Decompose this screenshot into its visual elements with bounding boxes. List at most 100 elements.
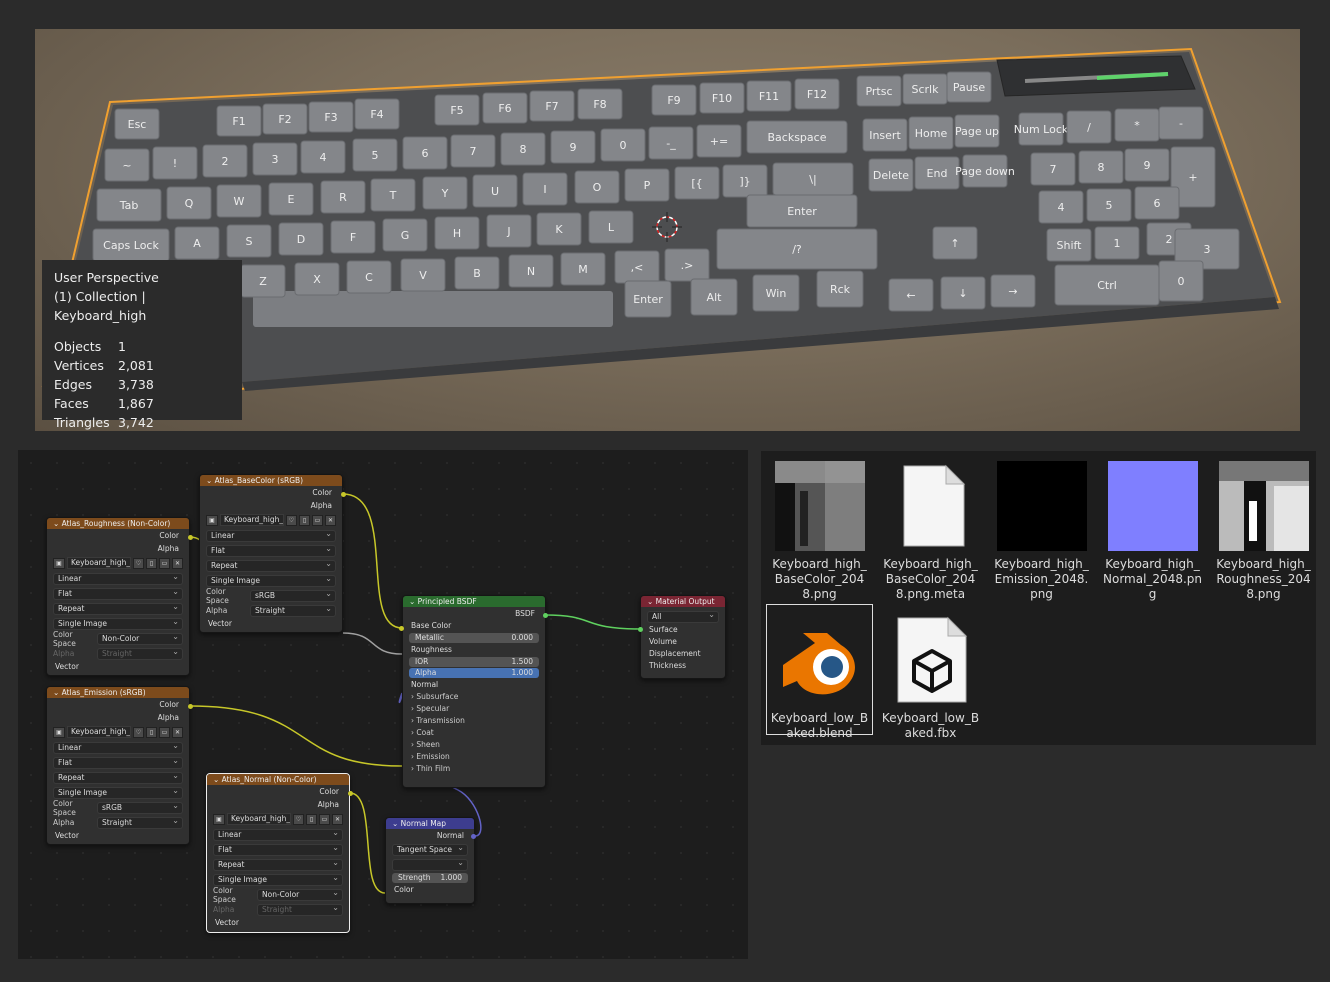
interpolation-dropdown[interactable]: Linear xyxy=(206,529,336,542)
input-volume[interactable]: Volume xyxy=(641,636,725,648)
extension-dropdown[interactable]: Repeat xyxy=(213,858,343,871)
file-browser[interactable]: Keyboard_high_BaseColor_2048.png Keyboar… xyxy=(761,451,1316,745)
output-alpha[interactable]: Alpha xyxy=(47,711,189,724)
image-icon[interactable]: ▣ xyxy=(213,813,225,825)
alpha-dropdown[interactable]: Straight xyxy=(250,604,336,617)
node-header[interactable]: ⌄ Atlas_Roughness (Non-Color) xyxy=(47,518,189,529)
projection-dropdown[interactable]: Flat xyxy=(206,544,336,557)
image-selector[interactable]: ▣ Keyboard_high_... ♡ ▯ ▭ ✕ xyxy=(47,724,189,740)
node-header[interactable]: ⌄ Atlas_BaseColor (sRGB) xyxy=(200,475,342,486)
fake-user-icon[interactable]: ♡ xyxy=(293,813,304,825)
file-item[interactable]: Keyboard_high_Emission_2048.png xyxy=(989,451,1094,602)
image-name[interactable]: Keyboard_high_... xyxy=(67,726,131,738)
fake-user-icon[interactable]: ♡ xyxy=(286,514,297,526)
target-dropdown[interactable]: All xyxy=(647,610,719,623)
color-space-dropdown[interactable]: Non-Color xyxy=(257,888,343,901)
node-roughness-texture[interactable]: ⌄ Atlas_Roughness (Non-Color) Color Alph… xyxy=(46,517,190,676)
duplicate-icon[interactable]: ▯ xyxy=(306,813,317,825)
file-item[interactable]: Keyboard_high_Normal_2048.png xyxy=(1100,451,1205,602)
image-icon[interactable]: ▣ xyxy=(53,726,65,738)
color-space-dropdown[interactable]: sRGB xyxy=(250,589,336,602)
panel-transmission[interactable]: › Transmission xyxy=(403,715,545,727)
source-dropdown[interactable]: Single Image xyxy=(206,574,336,587)
color-space-dropdown[interactable]: sRGB xyxy=(97,801,183,814)
file-item[interactable]: Keyboard_high_BaseColor_2048.png xyxy=(767,451,872,602)
node-header[interactable]: ⌄ Normal Map xyxy=(386,818,474,829)
interpolation-dropdown[interactable]: Linear xyxy=(213,828,343,841)
node-basecolor-texture[interactable]: ⌄ Atlas_BaseColor (sRGB) Color Alpha ▣ Ke… xyxy=(199,474,343,633)
file-item-selected[interactable]: Keyboard_low_Baked.blend xyxy=(766,604,873,740)
output-color[interactable]: Color xyxy=(200,486,342,499)
source-dropdown[interactable]: Single Image xyxy=(53,617,183,630)
color-space-dropdown[interactable]: Non-Color xyxy=(97,632,183,645)
fake-user-icon[interactable]: ♡ xyxy=(133,726,144,738)
folder-icon[interactable]: ▭ xyxy=(312,514,323,526)
file-item[interactable]: Keyboard_high_Roughness_2048.png xyxy=(1211,451,1316,602)
panel-sheen[interactable]: › Sheen xyxy=(403,739,545,751)
space-dropdown[interactable]: Tangent Space xyxy=(392,843,468,856)
interpolation-dropdown[interactable]: Linear xyxy=(53,741,183,754)
image-icon[interactable]: ▣ xyxy=(206,514,218,526)
output-color[interactable]: Color xyxy=(207,785,349,798)
projection-dropdown[interactable]: Flat xyxy=(53,587,183,600)
uv-map-field[interactable] xyxy=(392,858,468,871)
input-base-color[interactable]: Base Color xyxy=(403,620,545,632)
output-color[interactable]: Color xyxy=(47,698,189,711)
duplicate-icon[interactable]: ▯ xyxy=(146,557,157,569)
output-normal[interactable]: Normal xyxy=(386,829,474,842)
alpha-dropdown[interactable]: Straight xyxy=(97,816,183,829)
socket-color[interactable] xyxy=(188,704,193,709)
input-vector[interactable]: Vector xyxy=(207,917,349,929)
output-color[interactable]: Color xyxy=(47,529,189,542)
extension-dropdown[interactable]: Repeat xyxy=(53,602,183,615)
panel-subsurface[interactable]: › Subsurface xyxy=(403,691,545,703)
socket-bsdf[interactable] xyxy=(543,613,548,618)
input-thickness[interactable]: Thickness xyxy=(641,660,725,672)
input-surface[interactable]: Surface xyxy=(641,624,725,636)
input-vector[interactable]: Vector xyxy=(47,830,189,842)
socket-color[interactable] xyxy=(348,791,353,796)
node-header[interactable]: ⌄ Atlas_Normal (Non-Color) xyxy=(207,774,349,785)
folder-icon[interactable]: ▭ xyxy=(159,557,170,569)
node-header[interactable]: ⌄ Atlas_Emission (sRGB) xyxy=(47,687,189,698)
panel-coat[interactable]: › Coat xyxy=(403,727,545,739)
image-name[interactable]: Keyboard_high_... xyxy=(227,813,291,825)
file-item[interactable]: Keyboard_high_BaseColor_2048.png.meta xyxy=(878,451,983,602)
input-roughness[interactable]: Roughness xyxy=(403,644,545,656)
close-icon[interactable]: ✕ xyxy=(172,726,183,738)
duplicate-icon[interactable]: ▯ xyxy=(299,514,310,526)
file-item[interactable]: Keyboard_low_Baked.fbx xyxy=(878,605,983,741)
image-name[interactable]: Keyboard_high_... xyxy=(67,557,131,569)
node-normal-texture[interactable]: ⌄ Atlas_Normal (Non-Color) Color Alpha ▣… xyxy=(206,773,350,933)
input-color[interactable]: Color xyxy=(386,884,474,896)
input-displacement[interactable]: Displacement xyxy=(641,648,725,660)
node-normal-map[interactable]: ⌄ Normal Map Normal Tangent Space Streng… xyxy=(385,817,475,904)
fake-user-icon[interactable]: ♡ xyxy=(133,557,144,569)
panel-thin-film[interactable]: › Thin Film xyxy=(403,763,545,775)
source-dropdown[interactable]: Single Image xyxy=(213,873,343,886)
socket-base-color[interactable] xyxy=(399,626,404,631)
node-principled-bsdf[interactable]: ⌄ Principled BSDF BSDF Base Color Metall… xyxy=(402,595,546,788)
output-alpha[interactable]: Alpha xyxy=(47,542,189,555)
projection-dropdown[interactable]: Flat xyxy=(213,843,343,856)
projection-dropdown[interactable]: Flat xyxy=(53,756,183,769)
close-icon[interactable]: ✕ xyxy=(172,557,183,569)
image-selector[interactable]: ▣ Keyboard_high_... ♡ ▯ ▭ ✕ xyxy=(47,555,189,571)
folder-icon[interactable]: ▭ xyxy=(319,813,330,825)
duplicate-icon[interactable]: ▯ xyxy=(146,726,157,738)
interpolation-dropdown[interactable]: Linear xyxy=(53,572,183,585)
alpha-field[interactable]: Alpha 1.000 xyxy=(409,668,539,678)
panel-specular[interactable]: › Specular xyxy=(403,703,545,715)
source-dropdown[interactable]: Single Image xyxy=(53,786,183,799)
socket-surface[interactable] xyxy=(638,627,643,632)
input-normal[interactable]: Normal xyxy=(403,679,545,691)
folder-icon[interactable]: ▭ xyxy=(159,726,170,738)
extension-dropdown[interactable]: Repeat xyxy=(206,559,336,572)
image-selector[interactable]: ▣ Keyboard_high_... ♡ ▯ ▭ ✕ xyxy=(200,512,342,528)
node-material-output[interactable]: ⌄ Material Output All Surface Volume Dis… xyxy=(640,595,726,679)
output-alpha[interactable]: Alpha xyxy=(207,798,349,811)
strength-field[interactable]: Strength 1.000 xyxy=(392,873,468,883)
input-vector[interactable]: Vector xyxy=(47,661,189,673)
node-header[interactable]: ⌄ Material Output xyxy=(641,596,725,607)
node-emission-texture[interactable]: ⌄ Atlas_Emission (sRGB) Color Alpha ▣ Key… xyxy=(46,686,190,845)
